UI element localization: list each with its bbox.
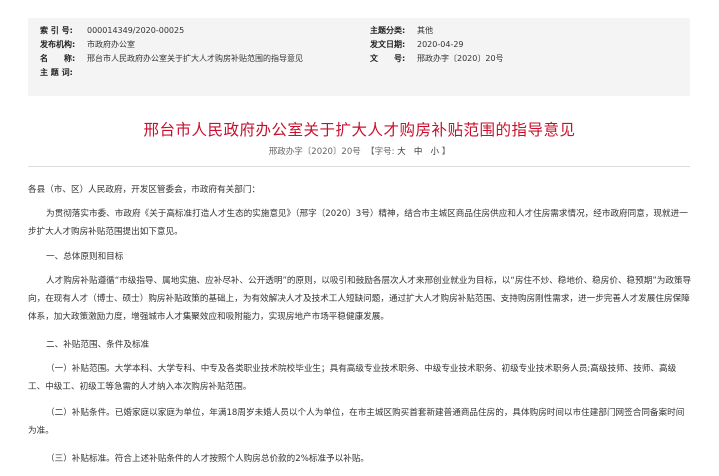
document-title: 邢台市人民政府办公室关于扩大人才购房补贴范围的指导意见: [143, 121, 576, 139]
issue-date-label: 发文日期:: [370, 40, 406, 49]
keywords-row: 主 题 词:: [40, 66, 87, 80]
document-number-label: 文 号:: [370, 54, 406, 63]
theme-row: 主题分类: 其他: [370, 24, 433, 38]
publisher-label: 发布机构:: [40, 40, 76, 49]
document-number-row: 文 号: 邢政办字〔2020〕20号: [370, 52, 504, 66]
document-subtitle: 邢政办字〔2020〕20号 【字号: 大 中 小 】: [0, 145, 719, 157]
document-metadata-panel: 索 引 号: 000014349/2020-00025 主题分类: 其他 发布机构:…: [28, 18, 690, 96]
index-number-row: 索 引 号: 000014349/2020-00025: [40, 24, 184, 38]
index-number-label: 索 引 号:: [40, 26, 73, 35]
document-name-row: 名 称: 邢台市人民政府办公室关于扩大人才购房补贴范围的指导意见: [40, 52, 303, 66]
keywords-label: 主 题 词:: [40, 68, 73, 77]
publisher-row: 发布机构: 市政府办公室: [40, 38, 135, 52]
section1-heading: 一、总体原则和目标: [46, 252, 124, 262]
font-size-prefix: 【字号:: [366, 147, 395, 157]
document-name-label: 名 称:: [40, 54, 76, 63]
title-divider: [28, 166, 690, 167]
section2-item2: （二）补贴条件。已婚家庭以家庭为单位，年满18周岁未婚人员以个人为单位，在市主城…: [28, 408, 685, 436]
document-name-value: 邢台市人民政府办公室关于扩大人才购房补贴范围的指导意见: [87, 54, 303, 63]
font-size-medium-link[interactable]: 中: [414, 147, 423, 157]
intro-paragraph: 为贯彻落实市委、市政府《关于高标准打造人才生态的实施意见》（邢字〔2020〕3号…: [28, 209, 688, 237]
section1-body: 人才购房补贴遵循“市级指导、属地实施、应补尽补、公开透明”的原则，以吸引和鼓励各…: [28, 276, 692, 322]
section2-heading: 二、补贴范围、条件及标准: [46, 340, 150, 350]
index-number-value: 000014349/2020-00025: [87, 26, 185, 35]
document-number-value: 邢政办字〔2020〕20号: [417, 54, 504, 63]
section2-item3: （三）补贴标准。符合上述补贴条件的人才按照个人购房总价款的2%标准予以补贴。: [46, 454, 370, 464]
font-size-large-link[interactable]: 大: [397, 147, 406, 157]
section2-item1: （一）补贴范围。大学本科、大学专科、中专及各类职业技术院校毕业生；具有高级专业技…: [28, 364, 677, 392]
recipients-paragraph: 各县（市、区）人民政府，开发区管委会，市政府有关部门：: [28, 185, 261, 195]
theme-value: 其他: [417, 26, 433, 35]
font-size-small-link[interactable]: 小: [430, 147, 439, 157]
subtitle-document-number: 邢政办字〔2020〕20号: [268, 147, 361, 157]
publisher-value: 市政府办公室: [87, 40, 135, 49]
theme-label: 主题分类:: [370, 26, 406, 35]
font-size-suffix: 】: [441, 147, 451, 157]
issue-date-row: 发文日期: 2020-04-29: [370, 38, 464, 52]
issue-date-value: 2020-04-29: [417, 40, 464, 49]
